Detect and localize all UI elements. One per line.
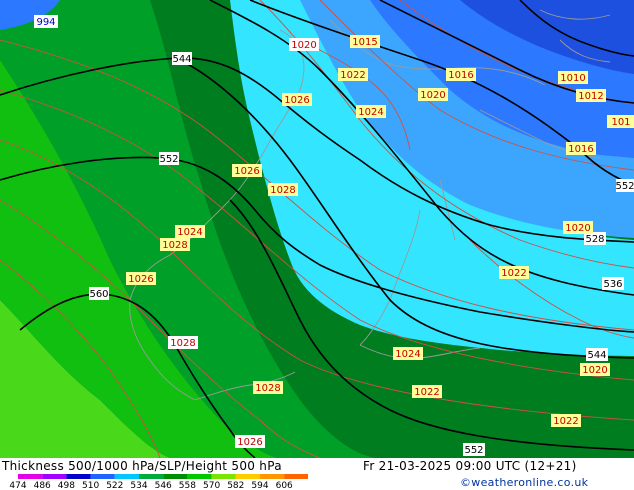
svg-text:1026: 1026 bbox=[237, 437, 262, 448]
svg-text:536: 536 bbox=[603, 279, 622, 290]
colorbar-label: 510 bbox=[82, 481, 99, 490]
colorbar-swatch bbox=[42, 474, 67, 479]
colorbar-swatch bbox=[211, 474, 236, 479]
pressure-label: 1022 bbox=[499, 266, 529, 279]
svg-text:1020: 1020 bbox=[291, 40, 316, 51]
pressure-label: 1028 bbox=[268, 183, 298, 196]
height-label: 544 bbox=[586, 348, 608, 361]
colorbar-swatch bbox=[187, 474, 212, 479]
colorbar-label: 582 bbox=[227, 481, 244, 490]
height-label: 552 bbox=[463, 443, 485, 456]
weather-map-figure: 544 552 560 528 536 544 552 552 994 1020… bbox=[0, 0, 634, 490]
colorbar-label: 546 bbox=[155, 481, 172, 490]
colorbar-label: 498 bbox=[58, 481, 75, 490]
height-label: 552 bbox=[615, 179, 634, 192]
pressure-label: 1024 bbox=[175, 225, 205, 238]
colorbar: 474 486 498 510 522 534 546 558 570 582 594 606 bbox=[9, 474, 308, 490]
svg-text:1020: 1020 bbox=[565, 223, 590, 234]
svg-text:528: 528 bbox=[585, 234, 604, 245]
pressure-label: 1026 bbox=[126, 272, 156, 285]
pressure-label: 1020 bbox=[418, 88, 448, 101]
svg-text:1012: 1012 bbox=[578, 91, 603, 102]
colorbar-label: 486 bbox=[34, 481, 51, 490]
pressure-label: 1022 bbox=[338, 68, 368, 81]
map-canvas: 544 552 560 528 536 544 552 552 994 1020… bbox=[0, 0, 634, 458]
colorbar-swatch bbox=[235, 474, 260, 479]
pressure-label: 1016 bbox=[566, 142, 596, 155]
colorbar-swatch bbox=[284, 474, 308, 479]
colorbar-swatch bbox=[163, 474, 188, 479]
svg-text:544: 544 bbox=[587, 350, 606, 361]
colorbar-swatch bbox=[139, 474, 164, 479]
pressure-label: 1026 bbox=[232, 164, 262, 177]
svg-text:1022: 1022 bbox=[553, 416, 578, 427]
svg-text:1026: 1026 bbox=[234, 166, 259, 177]
map-title: Thickness 500/1000 hPa/SLP/Height 500 hP… bbox=[2, 459, 282, 473]
colorbar-swatch bbox=[66, 474, 91, 479]
svg-text:1016: 1016 bbox=[568, 144, 593, 155]
colorbar-swatch bbox=[114, 474, 139, 479]
colorbar-label: 594 bbox=[251, 481, 268, 490]
svg-text:1016: 1016 bbox=[448, 70, 473, 81]
svg-text:544: 544 bbox=[172, 54, 191, 65]
height-label: 544 bbox=[172, 52, 192, 65]
pressure-label: 1028 bbox=[253, 381, 283, 394]
valid-time: Fr 21-03-2025 09:00 UTC (12+21) bbox=[363, 459, 577, 473]
colorbar-swatch bbox=[90, 474, 115, 479]
height-label: 552 bbox=[159, 152, 179, 165]
pressure-label: 1024 bbox=[393, 347, 423, 360]
svg-text:1028: 1028 bbox=[270, 185, 295, 196]
svg-text:1020: 1020 bbox=[582, 365, 607, 376]
svg-text:1028: 1028 bbox=[170, 338, 195, 349]
pressure-label: 1026 bbox=[235, 435, 265, 448]
pressure-label: 1015 bbox=[350, 35, 380, 48]
colorbar-label: 474 bbox=[9, 481, 26, 490]
footer: Thickness 500/1000 hPa/SLP/Height 500 hP… bbox=[0, 458, 634, 490]
height-label: 536 bbox=[602, 277, 624, 290]
pressure-label: 1010 bbox=[558, 71, 588, 84]
pressure-label: 101 bbox=[607, 115, 634, 128]
svg-text:1026: 1026 bbox=[128, 274, 153, 285]
pressure-label: 1028 bbox=[160, 238, 190, 251]
svg-text:101: 101 bbox=[611, 117, 630, 128]
pressure-label: 1028 bbox=[168, 336, 198, 349]
pressure-label: 1020 bbox=[289, 38, 319, 51]
pressure-label: 1020 bbox=[580, 363, 610, 376]
pressure-label: 1016 bbox=[446, 68, 476, 81]
svg-text:1028: 1028 bbox=[255, 383, 280, 394]
svg-text:1022: 1022 bbox=[501, 268, 526, 279]
svg-text:560: 560 bbox=[89, 289, 108, 300]
colorbar-label: 606 bbox=[276, 481, 293, 490]
svg-text:552: 552 bbox=[464, 445, 483, 456]
colorbar-swatch bbox=[18, 474, 43, 479]
svg-text:1024: 1024 bbox=[358, 107, 383, 118]
svg-text:552: 552 bbox=[615, 181, 634, 192]
colorbar-label: 570 bbox=[203, 481, 220, 490]
svg-text:1020: 1020 bbox=[420, 90, 445, 101]
svg-text:1024: 1024 bbox=[177, 227, 202, 238]
top-blue-label: 994 bbox=[34, 15, 58, 28]
height-label: 560 bbox=[89, 287, 109, 300]
pressure-label: 1024 bbox=[356, 105, 386, 118]
credit-link[interactable]: ©weatheronline.co.uk bbox=[460, 476, 588, 489]
svg-text:1010: 1010 bbox=[560, 73, 585, 84]
pressure-label: 1022 bbox=[551, 414, 581, 427]
colorbar-swatch bbox=[260, 474, 285, 479]
svg-text:1028: 1028 bbox=[162, 240, 187, 251]
svg-text:1015: 1015 bbox=[352, 37, 377, 48]
colorbar-label: 558 bbox=[179, 481, 196, 490]
colorbar-label: 534 bbox=[130, 481, 147, 490]
svg-text:552: 552 bbox=[159, 154, 178, 165]
pressure-label: 1020 bbox=[563, 221, 593, 234]
svg-text:1026: 1026 bbox=[284, 95, 309, 106]
svg-text:1022: 1022 bbox=[414, 387, 439, 398]
pressure-label: 1012 bbox=[576, 89, 606, 102]
svg-text:994: 994 bbox=[36, 17, 55, 28]
svg-text:1024: 1024 bbox=[395, 349, 420, 360]
colorbar-label: 522 bbox=[106, 481, 123, 490]
pressure-label: 1022 bbox=[412, 385, 442, 398]
svg-text:1022: 1022 bbox=[340, 70, 365, 81]
pressure-label: 1026 bbox=[282, 93, 312, 106]
